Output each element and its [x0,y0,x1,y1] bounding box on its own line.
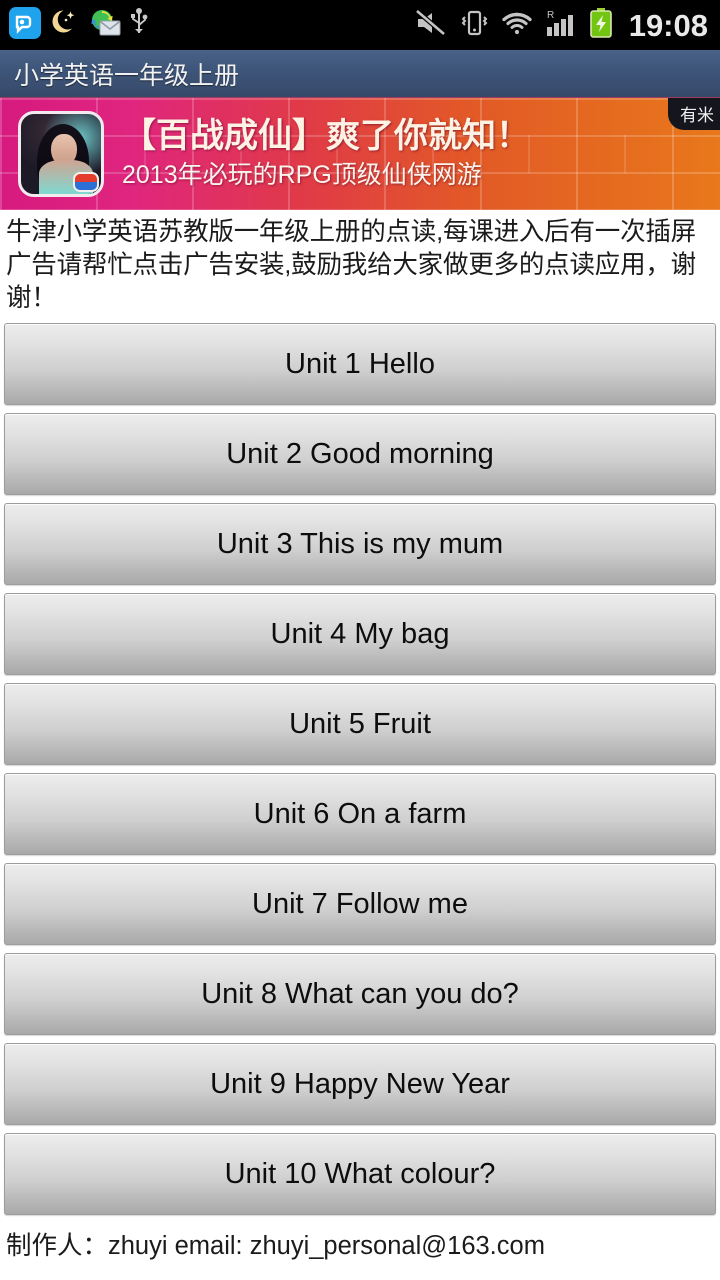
ad-game-icon [18,111,104,197]
usb-icon [126,6,152,45]
status-bar-left-icons [0,5,152,46]
unit-button-7[interactable]: Unit 7 Follow me [4,863,716,946]
app-description: 牛津小学英语苏教版一年级上册的点读,每课进入后有一次插屏广告请帮忙点击广告安装,… [6,218,696,313]
ad-banner[interactable]: 【百战成仙】爽了你就知！ 2013年必玩的RPG顶级仙侠网游 有米 [0,98,720,210]
mail-sync-icon [86,6,122,45]
ad-network-badge[interactable]: 有米 [668,98,720,130]
battery-charging-icon [588,6,614,45]
app-title-bar: 小学英语一年级上册 [0,50,720,98]
svg-text:R: R [547,10,554,21]
unit-button-2[interactable]: Unit 2 Good morning [4,413,716,496]
unit-button-1[interactable]: Unit 1 Hello [4,323,716,406]
unit-button-5[interactable]: Unit 5 Fruit [4,683,716,766]
unit-button-9[interactable]: Unit 9 Happy New Year [4,1043,716,1126]
status-bar: R 19:08 [0,0,720,50]
author-credit: 制作人：zhuyi email: zhuyi_personal@163.com [6,1232,545,1261]
unit-button-6[interactable]: Unit 6 On a farm [4,773,716,856]
night-mode-icon [46,5,82,46]
status-bar-right-icons: R 19:08 [414,6,720,45]
unit-button-4[interactable]: Unit 4 My bag [4,593,716,676]
wifi-icon [500,9,534,42]
ad-icon-badge [73,172,99,192]
page-title: 小学英语一年级上册 [14,61,240,90]
silent-mode-icon [414,8,448,43]
app-notification-icon [8,6,42,45]
unit-button-10[interactable]: Unit 10 What colour? [4,1133,716,1216]
unit-button-3[interactable]: Unit 3 This is my mum [4,503,716,586]
ad-text-block: 【百战成仙】爽了你就知！ 2013年必玩的RPG顶级仙侠网游 [122,116,530,192]
vibrate-mode-icon [459,8,489,43]
status-bar-clock: 19:08 [628,7,708,43]
unit-button-8[interactable]: Unit 8 What can you do? [4,953,716,1036]
cellular-signal-icon: R [545,7,577,44]
unit-list: Unit 1 Hello Unit 2 Good morning Unit 3 … [0,319,720,1216]
ad-subline: 2013年必玩的RPG顶级仙侠网游 [122,161,482,190]
ad-headline: 【百战成仙】爽了你就知！ [122,117,530,156]
